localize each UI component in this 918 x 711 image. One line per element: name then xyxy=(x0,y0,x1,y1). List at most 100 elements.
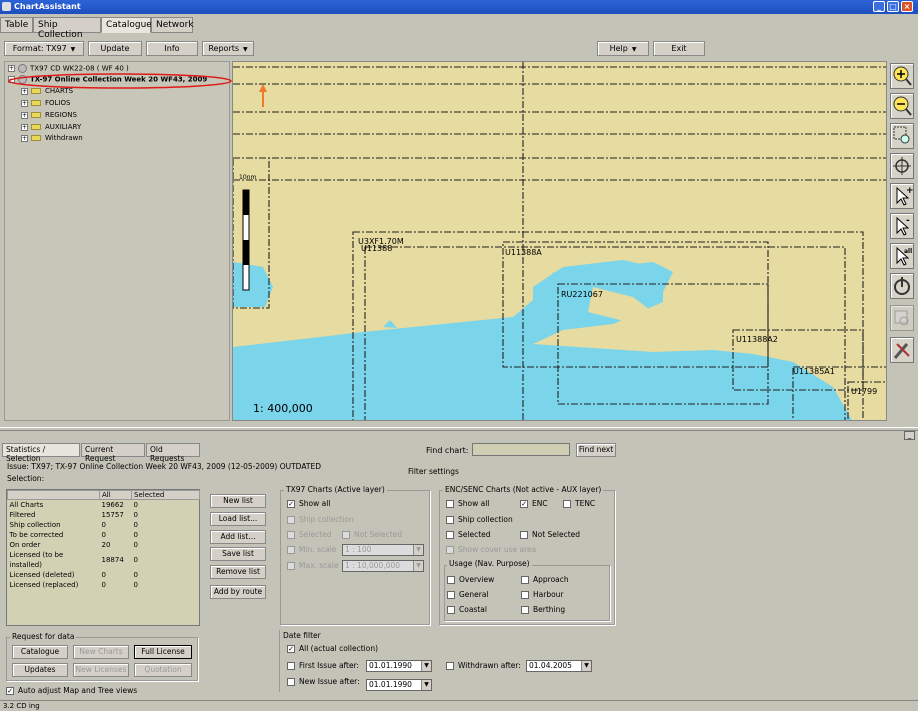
measure-button[interactable] xyxy=(890,273,914,299)
load-list-button[interactable]: Load list... xyxy=(210,512,266,526)
close-button[interactable]: × xyxy=(901,1,913,12)
add-list-button[interactable]: Add list... xyxy=(210,530,266,544)
splitter[interactable] xyxy=(0,427,918,431)
tab-catalogue[interactable]: Catalogue xyxy=(101,17,152,33)
tree-node-charts[interactable]: + CHARTS xyxy=(21,87,73,95)
usage-overview-checkbox[interactable]: Overview xyxy=(447,575,494,584)
table-cell: To be corrected xyxy=(9,531,64,539)
first-issue-date-select[interactable]: 01.01.1990 ▼ xyxy=(366,660,432,672)
chevron-down-icon: ▼ xyxy=(421,680,431,690)
checkbox-icon xyxy=(287,516,295,524)
find-next-button[interactable]: Find next xyxy=(576,443,616,457)
svg-text:-: - xyxy=(906,216,910,226)
withdrawn-checkbox[interactable]: Withdrawn after: xyxy=(446,661,521,670)
tx97-min-scale-checkbox[interactable]: Min. scale xyxy=(287,545,336,554)
new-issue-date-select[interactable]: 01.01.1990 ▼ xyxy=(366,679,432,691)
usage-berthing-checkbox[interactable]: Berthing xyxy=(521,605,565,614)
withdrawn-date-select[interactable]: 01.04.2005 ▼ xyxy=(526,660,592,672)
remove-list-button[interactable]: Remove list xyxy=(210,565,266,579)
preview-button[interactable] xyxy=(890,305,914,331)
help-dropdown[interactable]: Help ▼ xyxy=(597,41,649,56)
chart-map[interactable]: 10nm 1: 400,000 U3XF1.70M U11388 U11388A… xyxy=(232,61,887,421)
usage-coastal-checkbox[interactable]: Coastal xyxy=(447,605,487,614)
enc-not-selected-checkbox[interactable]: Not Selected xyxy=(520,530,580,539)
add-by-route-button[interactable]: Add by route xyxy=(210,585,266,599)
zoom-out-button[interactable] xyxy=(890,93,914,119)
min-scale-select[interactable]: 1 : 100 ▼ xyxy=(342,544,424,556)
new-licenses-button[interactable]: New Licenses xyxy=(73,663,129,677)
tx97-selected-checkbox[interactable]: Selected xyxy=(287,530,332,539)
reports-dropdown[interactable]: Reports ▼ xyxy=(202,41,254,56)
tab-network[interactable]: Network xyxy=(151,17,194,33)
max-scale-select[interactable]: 1 : 10,000,000 ▼ xyxy=(342,560,424,572)
enc-enc-checkbox[interactable]: ✓ ENC xyxy=(520,499,548,508)
usage-harbour-checkbox[interactable]: Harbour xyxy=(521,590,564,599)
zoom-in-button[interactable] xyxy=(890,63,914,89)
tx97-max-scale-checkbox[interactable]: Max. scale xyxy=(287,561,339,570)
table-cell: Ship collection xyxy=(9,521,61,529)
expand-icon[interactable]: + xyxy=(21,134,28,142)
checkbox-checked-icon: ✓ xyxy=(287,500,295,508)
auto-adjust-checkbox[interactable]: ✓ Auto adjust Map and Tree views xyxy=(6,686,137,695)
expand-icon[interactable]: + xyxy=(21,99,28,107)
expand-icon[interactable]: + xyxy=(21,111,28,119)
enc-show-all-checkbox[interactable]: Show all xyxy=(446,499,489,508)
select-add-button[interactable]: + xyxy=(890,183,914,209)
tools-button[interactable] xyxy=(890,337,914,363)
quotation-button[interactable]: Quotation xyxy=(134,663,192,677)
date-all-checkbox[interactable]: ✓ All (actual collection) xyxy=(287,644,378,653)
enc-tenc-checkbox[interactable]: TENC xyxy=(563,499,595,508)
updates-button[interactable]: Updates xyxy=(12,663,68,677)
tx97-not-selected-checkbox[interactable]: Not Selected xyxy=(342,530,402,539)
center-map-button[interactable] xyxy=(890,153,914,179)
chart-label: U1799 xyxy=(851,387,878,396)
new-issue-checkbox[interactable]: New Issue after: xyxy=(287,677,360,686)
minimize-button[interactable]: _ xyxy=(873,1,885,12)
zoom-out-icon xyxy=(893,96,912,116)
table-cell: On order xyxy=(9,541,41,549)
expand-icon[interactable]: + xyxy=(8,65,15,72)
format-dropdown[interactable]: Format: TX97 ▼ xyxy=(4,41,84,56)
tree-node-regions[interactable]: + REGIONS xyxy=(21,111,77,119)
usage-general-checkbox[interactable]: General xyxy=(447,590,489,599)
zoom-window-button[interactable] xyxy=(890,123,914,149)
expand-icon[interactable]: + xyxy=(21,87,28,95)
scale-bar-label: 10nm xyxy=(239,174,257,181)
select-all-button[interactable]: all xyxy=(890,243,914,269)
update-button[interactable]: Update xyxy=(88,41,142,56)
select-remove-button[interactable]: - xyxy=(890,213,914,239)
first-issue-checkbox[interactable]: First Issue after: xyxy=(287,661,359,670)
tab-statistics-selection[interactable]: Statistics / Selection xyxy=(2,443,80,463)
table-row: To be corrected 0 0 xyxy=(8,530,200,540)
enc-selected-checkbox[interactable]: Selected xyxy=(446,530,491,539)
enc-ship-collection-checkbox[interactable]: Ship collection xyxy=(446,515,513,524)
tab-table[interactable]: Table xyxy=(0,17,33,33)
save-list-button[interactable]: Save list xyxy=(210,547,266,561)
enc-show-cover-checkbox[interactable]: Show cover use area xyxy=(446,545,536,554)
find-chart-input[interactable] xyxy=(472,443,570,456)
new-charts-button[interactable]: New Charts xyxy=(73,645,129,659)
exit-button[interactable]: Exit xyxy=(653,41,705,56)
panel-minimize-icon[interactable]: _ xyxy=(904,431,915,440)
tree-node-auxiliary[interactable]: + AUXILIARY xyxy=(21,123,81,131)
info-button[interactable]: Info xyxy=(146,41,198,56)
catalogue-tree[interactable]: + TX97 CD WK22-08 ( WF 40 ) − TX-97 Online… xyxy=(4,61,232,421)
full-license-button[interactable]: Full License xyxy=(134,645,192,659)
tx97-ship-collection-checkbox[interactable]: Ship collection xyxy=(287,515,354,524)
tree-node-folios[interactable]: + FOLIOS xyxy=(21,99,70,107)
tab-old-requests[interactable]: Old Requests xyxy=(146,443,200,463)
checkbox-icon xyxy=(446,531,454,539)
checkbox-icon xyxy=(447,576,455,584)
usage-approach-checkbox[interactable]: Approach xyxy=(521,575,569,584)
catalogue-button[interactable]: Catalogue xyxy=(12,645,68,659)
tree-node-withdrawn[interactable]: + Withdrawn xyxy=(21,134,83,142)
map-toolbar: + - all xyxy=(888,61,916,421)
table-cell: Licensed (to be installed) xyxy=(9,551,64,569)
tab-ship-collection[interactable]: Ship Collection xyxy=(33,17,101,40)
tx97-show-all-checkbox[interactable]: ✓ Show all xyxy=(287,499,330,508)
table-cell: 0 xyxy=(133,531,138,539)
maximize-button[interactable]: □ xyxy=(887,1,899,12)
expand-icon[interactable]: + xyxy=(21,123,28,131)
new-list-button[interactable]: New list xyxy=(210,494,266,508)
tab-current-request[interactable]: Current Request xyxy=(81,443,145,463)
